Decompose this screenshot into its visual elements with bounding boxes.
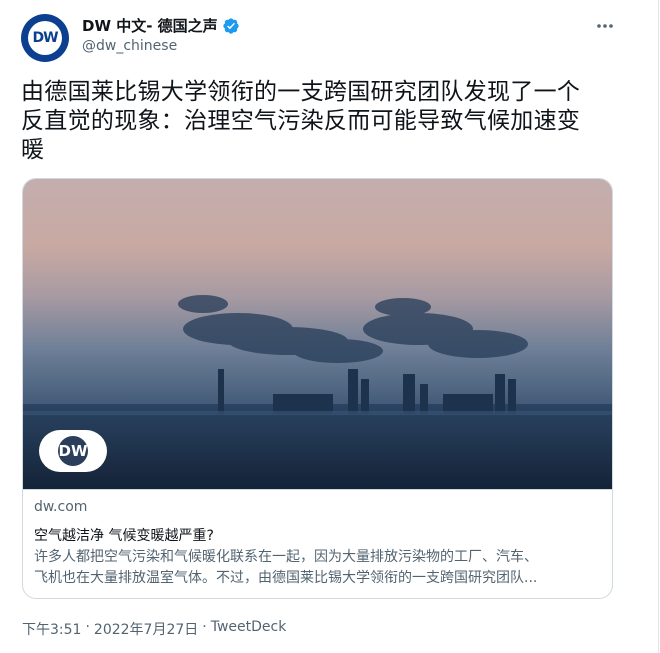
card-domain: dw.com	[34, 499, 88, 515]
card-description-line: 许多人都把空气污染和气候暖化联系在一起，因为大量排放污染物的工厂、汽车、	[34, 549, 538, 565]
tweet-timestamp: 下午3:51 · 2022年7月27日 · TweetDeck	[22, 619, 286, 639]
verified-badge-icon	[222, 17, 239, 34]
author-handle[interactable]: @dw_chinese	[82, 38, 177, 54]
dw-logo-icon: DW	[28, 21, 62, 55]
separator-dot: ·	[85, 619, 90, 635]
tweet-text-line: 反直觉的现象：治理空气污染反而可能导致气候加速变	[21, 108, 581, 134]
tweet-container: DW DW 中文- 德国之声 @dw_chinese 由德国莱比锡大学领衔的一支…	[0, 0, 659, 653]
separator-dot: ·	[202, 619, 207, 635]
tweet-time[interactable]: 下午3:51	[22, 619, 81, 639]
card-logo-text: DW	[58, 436, 88, 466]
card-dw-logo-icon: DW	[39, 430, 107, 472]
author-name-row: DW 中文- 德国之声	[82, 15, 240, 36]
link-preview-card[interactable]: DW dw.com 空气越洁净 气候变暖越严重? 许多人都把空气污染和气候暖化联…	[22, 178, 613, 599]
tweet-text: 由德国莱比锡大学领衔的一支跨国研究团队发现了一个 反直觉的现象：治理空气污染反而…	[21, 78, 621, 165]
author-display-name[interactable]: DW 中文- 德国之声	[82, 15, 218, 36]
more-options-icon[interactable]	[595, 16, 615, 36]
tweet-text-line: 暖	[21, 137, 45, 163]
card-image-smokestacks	[23, 179, 612, 489]
tweet-date[interactable]: 2022年7月27日	[94, 619, 198, 639]
card-meta: dw.com 空气越洁净 气候变暖越严重? 许多人都把空气污染和气候暖化联系在一…	[23, 489, 612, 586]
card-description-line: 飞机也在大量排放温室气体。不过，由德国莱比锡大学领衔的一支跨国研究团队...	[34, 570, 538, 586]
tweet-source[interactable]: TweetDeck	[211, 619, 287, 639]
card-description: 许多人都把空气污染和气候暖化联系在一起，因为大量排放污染物的工厂、汽车、 飞机也…	[34, 547, 604, 589]
card-title: 空气越洁净 气候变暖越严重?	[34, 528, 214, 544]
tweet-text-line: 由德国莱比锡大学领衔的一支跨国研究团队发现了一个	[21, 79, 581, 105]
avatar[interactable]: DW	[21, 14, 69, 62]
